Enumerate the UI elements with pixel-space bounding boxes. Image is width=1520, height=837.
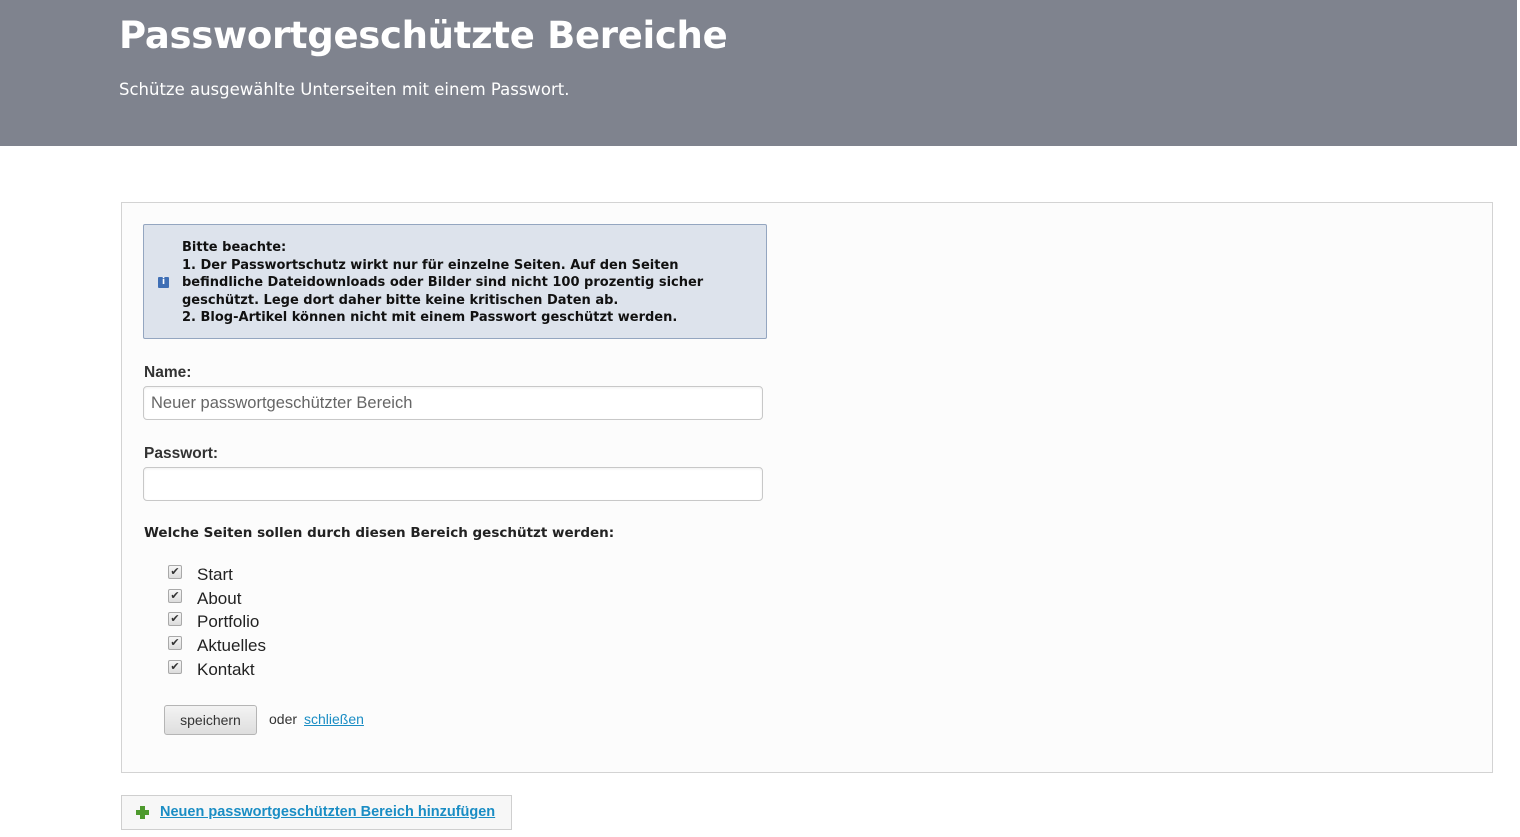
page-label: Kontakt <box>197 660 255 680</box>
add-area-button[interactable]: Neuen passwortgeschützten Bereich hinzuf… <box>121 795 512 830</box>
pages-question: Welche Seiten sollen durch diesen Bereic… <box>144 525 615 541</box>
notice-box: i Bitte beachte: 1. Der Passwortschutz w… <box>143 224 767 339</box>
page-item-aktuelles[interactable]: ✔ Aktuelles <box>168 634 266 658</box>
name-input[interactable] <box>143 386 763 420</box>
page-label: Aktuelles <box>197 636 266 656</box>
plus-icon <box>136 806 149 819</box>
checkbox-start[interactable]: ✔ <box>168 564 182 579</box>
page-subtitle: Schütze ausgewählte Unterseiten mit eine… <box>119 80 570 99</box>
or-text: oder <box>269 711 298 727</box>
save-button[interactable]: speichern <box>164 705 257 735</box>
page-label: Start <box>197 564 233 584</box>
page-header: Passwortgeschützte Bereiche Schütze ausg… <box>0 0 1517 146</box>
notice-line: Bitte beachte: <box>182 240 287 255</box>
password-input[interactable] <box>143 467 763 501</box>
notice-line: befindliche Dateidownloads oder Bilder s… <box>182 275 704 291</box>
add-area-link[interactable]: Neuen passwortgeschützten Bereich hinzuf… <box>160 804 495 820</box>
checkbox-portfolio[interactable]: ✔ <box>168 612 182 627</box>
page-title: Passwortgeschützte Bereiche <box>119 14 728 57</box>
notice-text: Bitte beachte: 1. Der Passwortschutz wir… <box>182 239 762 327</box>
page-item-about[interactable]: ✔ About <box>168 587 266 611</box>
checkbox-aktuelles[interactable]: ✔ <box>168 636 182 651</box>
page-label: About <box>197 588 242 608</box>
checkbox-about[interactable]: ✔ <box>168 588 182 603</box>
name-label: Name: <box>144 364 192 381</box>
notice-line: 2. Blog-Artikel können nicht mit einem P… <box>182 310 678 326</box>
page-item-start[interactable]: ✔ Start <box>168 563 266 587</box>
notice-line: 1. Der Passwortschutz wirkt nur für einz… <box>182 257 679 273</box>
checkbox-kontakt[interactable]: ✔ <box>168 660 182 675</box>
page-item-portfolio[interactable]: ✔ Portfolio <box>168 611 266 635</box>
page-checkbox-list: ✔ Start ✔ About ✔ Portfolio ✔ Aktuelles … <box>168 563 266 682</box>
notice-line: geschützt. Lege dort daher bitte keine k… <box>182 292 619 308</box>
close-link[interactable]: schließen <box>304 711 364 727</box>
page-label: Portfolio <box>197 612 260 632</box>
info-icon: i <box>158 277 169 288</box>
page-item-kontakt[interactable]: ✔ Kontakt <box>168 658 266 682</box>
password-label: Passwort: <box>144 445 219 462</box>
